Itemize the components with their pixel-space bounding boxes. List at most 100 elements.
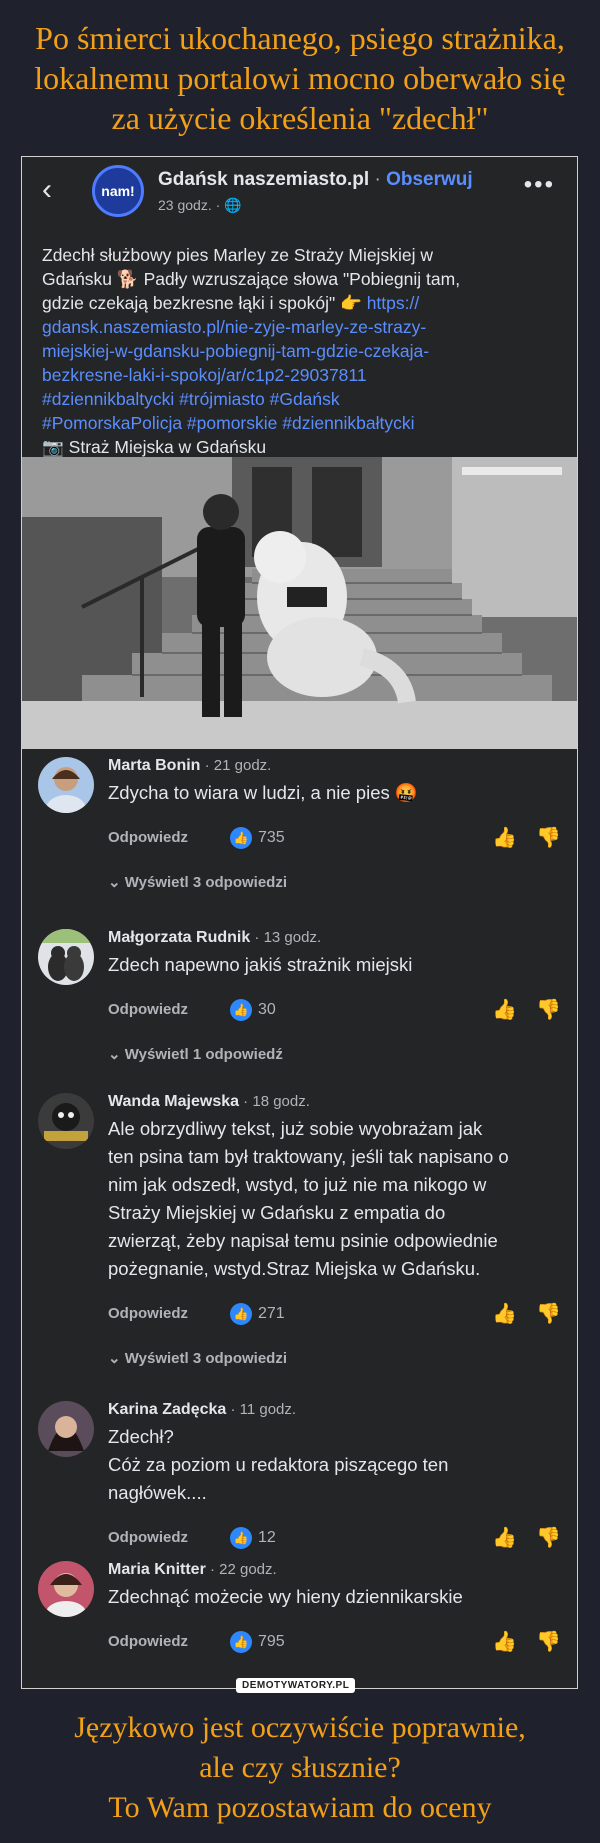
comment-line: pożegnanie, wstyd.Straz Miejska w Gdańsk… xyxy=(108,1258,481,1279)
comment: Maria Knitter · 22 godz. Zdechnąć możeci… xyxy=(22,1551,577,1671)
comment: Małgorzata Rudnik · 13 godz. Zdech napew… xyxy=(22,909,577,1077)
comment: Wanda Majewska · 18 godz. Ale obrzydliwy… xyxy=(22,1077,577,1377)
view-replies-link[interactable]: ⌄ Wyświetl 3 odpowiedzi xyxy=(108,1349,287,1367)
post-link[interactable]: miejskiej-w-gdansku-pobiegnij-tam-gdzie-… xyxy=(42,339,557,363)
bottom-caption: Językowo jest oczywiście poprawnie, ale … xyxy=(0,1708,600,1828)
comment-author: Marta Bonin · 21 godz. xyxy=(108,757,271,775)
avatar[interactable] xyxy=(38,1561,94,1617)
comment-author: Małgorzata Rudnik · 13 godz. xyxy=(108,929,321,947)
view-replies-link[interactable]: ⌄ Wyświetl 1 odpowiedź xyxy=(108,1045,283,1063)
comment-text: Zdechł? Cóż za poziom u redaktora pisząc… xyxy=(108,1423,563,1507)
comment-line: Ale obrzydliwy tekst, już sobie wyobraża… xyxy=(108,1118,483,1139)
author-name[interactable]: Karina Zadęcka xyxy=(108,1401,226,1418)
post-text: Padły wzruszające słowa "Pobiegnij tam, xyxy=(138,269,461,289)
view-replies-link[interactable]: ⌄ Wyświetl 3 odpowiedzi xyxy=(108,873,287,891)
view-replies-label: Wyświetl 1 odpowiedź xyxy=(124,1046,283,1063)
reply-button[interactable]: Odpowiedz xyxy=(108,1001,188,1018)
reply-button[interactable]: Odpowiedz xyxy=(108,1633,188,1650)
hashtags[interactable]: #dziennikbaltycki #trójmiasto #Gdańsk xyxy=(42,387,557,411)
thumbs-down-icon[interactable]: 👎 xyxy=(536,1301,561,1326)
photo-illustration xyxy=(22,457,577,749)
logo-text: nam! xyxy=(101,183,135,199)
avatar[interactable] xyxy=(38,757,94,813)
headline: Po śmierci ukochanego, psiego strażnika,… xyxy=(0,18,600,138)
thumbs-up-icon[interactable]: 👍 xyxy=(492,825,517,850)
comment: Marta Bonin · 21 godz. Zdycha to wiara w… xyxy=(22,749,577,909)
post-link[interactable]: bezkresne-laki-i-spokoj/ar/c1p2-29037811 xyxy=(42,363,557,387)
like-count: 👍 271 xyxy=(230,1303,285,1325)
like-number: 271 xyxy=(258,1305,285,1322)
like-count: 👍 30 xyxy=(230,999,276,1021)
reply-button[interactable]: Odpowiedz xyxy=(108,829,188,846)
like-number: 795 xyxy=(258,1633,285,1650)
avatar-image xyxy=(46,1573,86,1617)
comment-line: Zdycha to wiara w ludzi, a nie pies 🤬 xyxy=(108,782,418,803)
pointing-hand-icon: 👉 xyxy=(340,293,362,313)
headline-line: lokalnemu portalowi mocno oberwało się xyxy=(34,60,566,96)
reply-button[interactable]: Odpowiedz xyxy=(108,1529,188,1546)
headline-line: Po śmierci ukochanego, psiego strażnika, xyxy=(35,20,565,56)
thumbs-up-icon: 👍 xyxy=(230,999,252,1021)
thumbs-up-icon[interactable]: 👍 xyxy=(492,1525,517,1550)
thumbs-down-icon[interactable]: 👎 xyxy=(536,1525,561,1550)
comment-line: Cóż za poziom u redaktora piszącego ten xyxy=(108,1454,449,1475)
follow-button[interactable]: Obserwuj xyxy=(386,169,473,190)
view-replies-label: Wyświetl 3 odpowiedzi xyxy=(124,1350,287,1367)
page-title: Gdańsk naszemiasto.pl · Obserwuj xyxy=(158,169,473,191)
caption-line: Językowo jest oczywiście poprawnie, xyxy=(74,1711,526,1744)
comment-line: ten psina tam był traktowany, jeśli tak … xyxy=(108,1146,509,1167)
chevron-left-icon[interactable]: ‹ xyxy=(42,173,52,207)
chevron-down-icon: ⌄ xyxy=(108,1350,125,1367)
chevron-down-icon: ⌄ xyxy=(108,1046,125,1063)
page-name-link[interactable]: Gdańsk naszemiasto.pl xyxy=(158,169,369,190)
comment-line: Straży Miejskiej w Gdańsku z empatia do xyxy=(108,1202,446,1223)
author-name[interactable]: Maria Knitter xyxy=(108,1561,206,1578)
like-number: 30 xyxy=(258,1001,276,1018)
thumbs-down-icon[interactable]: 👎 xyxy=(536,1629,561,1654)
thumbs-up-icon: 👍 xyxy=(230,1303,252,1325)
like-count: 👍 795 xyxy=(230,1631,285,1653)
hashtags[interactable]: #PomorskaPolicja #pomorskie #dziennikbał… xyxy=(42,411,557,435)
comment-author: Karina Zadęcka · 11 godz. xyxy=(108,1401,296,1419)
thumbs-up-icon: 👍 xyxy=(230,1527,252,1549)
thumbs-up-icon[interactable]: 👍 xyxy=(492,1301,517,1326)
post-photo[interactable] xyxy=(22,457,577,749)
post-meta: 23 godz. · 🌐 xyxy=(158,197,242,214)
post-text: gdzie czekają bezkresne łąki i spokój" xyxy=(42,293,341,313)
watermark: DEMOTYWATORY.PL xyxy=(236,1678,356,1693)
avatar[interactable] xyxy=(38,1093,94,1149)
thumbs-down-icon[interactable]: 👎 xyxy=(536,997,561,1022)
headline-line: za użycie określenia "zdechł" xyxy=(111,100,489,136)
thumbs-down-icon[interactable]: 👎 xyxy=(536,825,561,850)
author-name[interactable]: Wanda Majewska xyxy=(108,1093,239,1110)
post-link[interactable]: https:// xyxy=(367,293,420,313)
comment-line: Zdechnąć możecie wy hieny dziennikarskie xyxy=(108,1586,463,1607)
comment-author: Wanda Majewska · 18 godz. xyxy=(108,1093,310,1111)
avatar-image xyxy=(46,767,86,813)
post-link[interactable]: gdansk.naszemiasto.pl/nie-zyje-marley-ze… xyxy=(42,315,557,339)
thumbs-up-icon[interactable]: 👍 xyxy=(492,1629,517,1654)
like-count: 👍 12 xyxy=(230,1527,276,1549)
page-avatar[interactable]: nam! xyxy=(92,165,144,217)
comment-text: Zdechnąć możecie wy hieny dziennikarskie xyxy=(108,1583,563,1611)
more-icon[interactable]: ••• xyxy=(524,171,555,199)
post-time: 23 godz. · xyxy=(158,197,225,213)
separator: · xyxy=(369,169,387,190)
view-replies-label: Wyświetl 3 odpowiedzi xyxy=(124,874,287,891)
comment-author: Maria Knitter · 22 godz. xyxy=(108,1561,277,1579)
comment-line: Zdech napewno jakiś strażnik miejski xyxy=(108,954,413,975)
author-name[interactable]: Małgorzata Rudnik xyxy=(108,929,250,946)
reply-button[interactable]: Odpowiedz xyxy=(108,1305,188,1322)
comment-time: · 11 godz. xyxy=(226,1401,297,1418)
comment-text: Zdycha to wiara w ludzi, a nie pies 🤬 xyxy=(108,779,563,807)
comment-line: zwierząt, żeby napisał temu psinie odpow… xyxy=(108,1230,498,1251)
avatar-image xyxy=(38,929,94,981)
author-name[interactable]: Marta Bonin xyxy=(108,757,200,774)
avatar[interactable] xyxy=(38,929,94,985)
comment-time: · 13 godz. xyxy=(250,929,322,946)
like-count: 👍 735 xyxy=(230,827,285,849)
thumbs-up-icon[interactable]: 👍 xyxy=(492,997,517,1022)
comment-time: · 18 godz. xyxy=(239,1093,310,1110)
avatar-image xyxy=(48,1416,84,1451)
avatar[interactable] xyxy=(38,1401,94,1457)
